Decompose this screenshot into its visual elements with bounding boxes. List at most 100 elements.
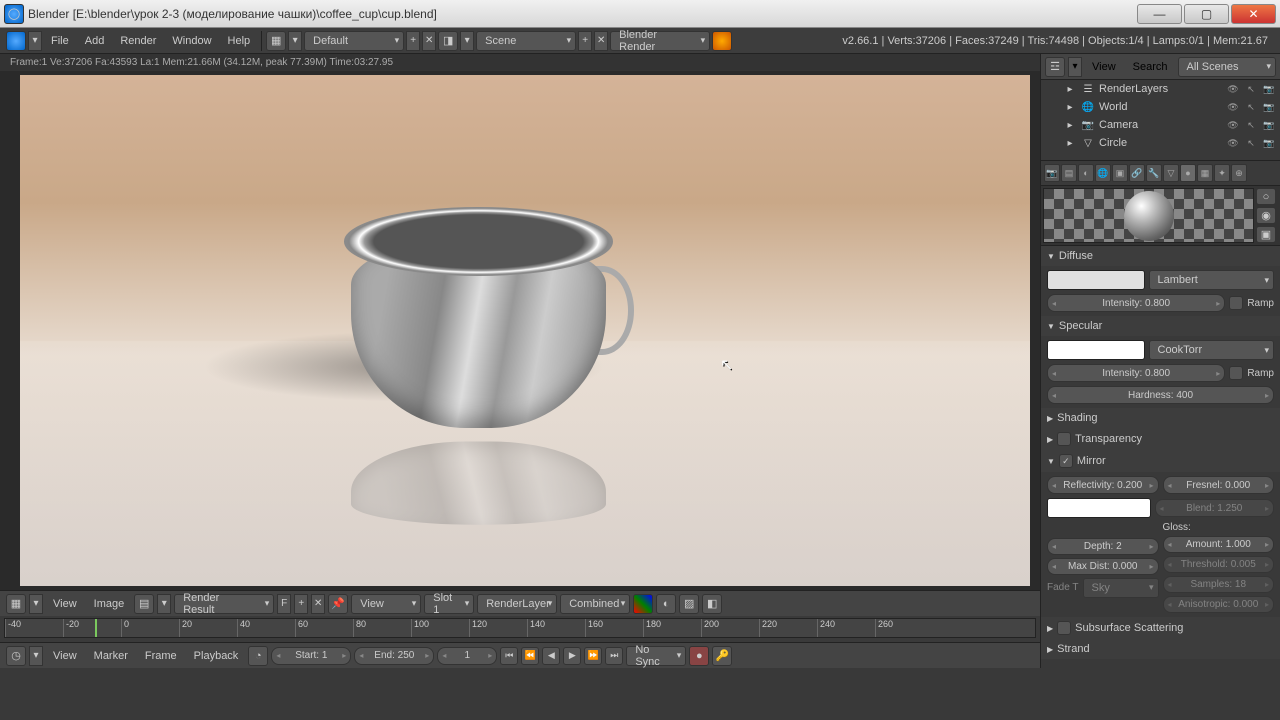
fresnel-slider[interactable]: Fresnel: 0.000 — [1163, 476, 1275, 494]
render-icon[interactable]: 📷 — [1262, 136, 1276, 150]
specular-shader-dropdown[interactable]: CookTorr — [1149, 340, 1275, 360]
panel-transparency-header[interactable]: Transparency — [1041, 428, 1280, 450]
keying-set-icon[interactable]: 🔑 — [712, 646, 732, 666]
mirror-color-swatch[interactable] — [1047, 498, 1151, 518]
outliner-expand-icon[interactable]: ▸ — [1063, 118, 1077, 132]
render-icon[interactable]: 📷 — [1262, 118, 1276, 132]
sync-dropdown[interactable]: No Sync — [626, 646, 686, 666]
tab-object[interactable]: ▣ — [1112, 164, 1128, 182]
gloss-aniso-slider[interactable]: Anisotropic: 0.000 — [1163, 596, 1275, 613]
next-keyframe-button[interactable]: ⏩ — [584, 647, 602, 665]
play-reverse-button[interactable]: ◀ — [542, 647, 560, 665]
menu-render[interactable]: Render — [113, 35, 163, 47]
menu-add[interactable]: Add — [78, 35, 112, 47]
reflectivity-slider[interactable]: Reflectivity: 0.200 — [1047, 476, 1159, 494]
gloss-threshold-slider[interactable]: Threshold: 0.005 — [1163, 556, 1275, 573]
screen-browse-expand[interactable]: ▾ — [288, 31, 302, 51]
specular-ramp-check[interactable] — [1229, 366, 1243, 380]
select-icon[interactable]: ↖ — [1244, 100, 1258, 114]
channel-rgba-icon[interactable]: ◐ — [656, 594, 676, 614]
channel-rgb-icon[interactable] — [633, 594, 653, 614]
outliner-expand-icon[interactable]: ▸ — [1063, 100, 1077, 114]
layout-dropdown[interactable]: Default — [304, 31, 404, 51]
menu-window[interactable]: Window — [165, 35, 218, 47]
timeline-menu-marker[interactable]: Marker — [87, 650, 135, 662]
outliner-editor-expand[interactable]: ▾ — [1068, 57, 1082, 77]
scene-browse-expand[interactable]: ▾ — [460, 31, 474, 51]
tab-world[interactable]: 🌐 — [1095, 164, 1111, 182]
outliner-menu-view[interactable]: View — [1085, 61, 1123, 73]
outliner-row[interactable]: ▸📷Camera👁↖📷 — [1041, 116, 1280, 134]
tab-material[interactable]: ● — [1180, 164, 1196, 182]
image-menu-image[interactable]: Image — [87, 598, 132, 610]
gloss-amount-slider[interactable]: Amount: 1.000 — [1163, 536, 1275, 553]
use-preview-range-icon[interactable]: ◔ — [248, 646, 268, 666]
fresnel-blend-slider[interactable]: Blend: 1.250 — [1155, 499, 1275, 517]
tab-modifiers[interactable]: 🔧 — [1146, 164, 1162, 182]
timeline-editor-expand[interactable]: ▾ — [29, 646, 43, 666]
panel-mirror-header[interactable]: Mirror — [1041, 450, 1280, 472]
channel-z-icon[interactable]: ◧ — [702, 594, 722, 614]
panel-specular-header[interactable]: Specular — [1041, 316, 1280, 336]
image-browse-icon[interactable]: ▤ — [134, 594, 154, 614]
image-add[interactable]: + — [294, 594, 308, 614]
editor-type-icon[interactable]: ▦ — [6, 594, 26, 614]
tab-render-layers[interactable]: ▤ — [1061, 164, 1077, 182]
engine-dropdown[interactable]: Blender Render — [610, 31, 710, 51]
outliner-row[interactable]: ▸▽Circle👁↖📷 — [1041, 134, 1280, 152]
outliner-editor-icon[interactable]: ☲ — [1045, 57, 1065, 77]
tab-particles[interactable]: ✦ — [1214, 164, 1230, 182]
select-icon[interactable]: ↖ — [1244, 136, 1258, 150]
editor-type-expand[interactable]: ▾ — [28, 31, 42, 51]
slot-dropdown[interactable]: Slot 1 — [424, 594, 474, 614]
layout-delete[interactable]: ✕ — [422, 31, 436, 51]
outliner-expand-icon[interactable]: ▸ — [1063, 82, 1077, 96]
end-frame-field[interactable]: End: 250 — [354, 647, 434, 665]
timeline-menu-playback[interactable]: Playback — [187, 650, 246, 662]
select-icon[interactable]: ↖ — [1244, 82, 1258, 96]
start-frame-field[interactable]: Start: 1 — [271, 647, 351, 665]
current-frame-field[interactable]: 1 — [437, 647, 497, 665]
image-unlink[interactable]: ✕ — [311, 594, 325, 614]
scene-delete[interactable]: ✕ — [594, 31, 608, 51]
mirror-depth-slider[interactable]: Depth: 2 — [1047, 538, 1159, 555]
outliner-filter[interactable]: All Scenes — [1178, 57, 1276, 77]
visibility-icon[interactable]: 👁 — [1226, 100, 1240, 114]
tab-constraints[interactable]: 🔗 — [1129, 164, 1145, 182]
prev-keyframe-button[interactable]: ⏪ — [521, 647, 539, 665]
outliner-tree[interactable]: ▸☰RenderLayers👁↖📷▸🌐World👁↖📷▸📷Camera👁↖📷▸▽… — [1041, 80, 1280, 160]
auto-keyframe-button[interactable]: ● — [689, 646, 709, 666]
preview-type-cube[interactable]: ▣ — [1256, 226, 1276, 243]
scene-add[interactable]: + — [578, 31, 592, 51]
select-icon[interactable]: ↖ — [1244, 118, 1258, 132]
maximize-button[interactable]: ▢ — [1184, 4, 1229, 24]
image-browse-expand[interactable]: ▾ — [157, 594, 171, 614]
jump-end-button[interactable]: ⏭ — [605, 647, 623, 665]
panel-shading-header[interactable]: Shading — [1041, 408, 1280, 428]
scene-browse-icon[interactable]: ◨ — [438, 31, 458, 51]
timeline-editor-icon[interactable]: ◷ — [6, 646, 26, 666]
preview-type-flat[interactable]: ○ — [1256, 188, 1276, 205]
jump-start-button[interactable]: ⏮ — [500, 647, 518, 665]
blender-icon[interactable] — [6, 31, 26, 51]
channel-alpha-icon[interactable]: ▨ — [679, 594, 699, 614]
scene-dropdown[interactable]: Scene — [476, 31, 576, 51]
pass-dropdown[interactable]: Combined — [560, 594, 630, 614]
tab-texture[interactable]: ▦ — [1197, 164, 1213, 182]
play-button[interactable]: ▶ — [563, 647, 581, 665]
diffuse-ramp-check[interactable] — [1229, 296, 1243, 310]
tab-render[interactable]: 📷 — [1044, 164, 1060, 182]
outliner-menu-search[interactable]: Search — [1126, 61, 1175, 73]
diffuse-intensity-slider[interactable]: Intensity: 0.800 — [1047, 294, 1225, 312]
gloss-samples-slider[interactable]: Samples: 18 — [1163, 576, 1275, 593]
tab-physics[interactable]: ⊕ — [1231, 164, 1247, 182]
outliner-row[interactable]: ▸🌐World👁↖📷 — [1041, 98, 1280, 116]
mirror-maxdist-slider[interactable]: Max Dist: 0.000 — [1047, 558, 1159, 575]
fadeto-dropdown[interactable]: Sky — [1083, 578, 1159, 598]
image-menu-view[interactable]: View — [46, 598, 84, 610]
panel-sss-header[interactable]: Subsurface Scattering — [1041, 617, 1280, 639]
visibility-icon[interactable]: 👁 — [1226, 136, 1240, 150]
hardness-slider[interactable]: Hardness: 400 — [1047, 386, 1274, 404]
fake-user-button[interactable]: F — [277, 594, 291, 614]
specular-color-swatch[interactable] — [1047, 340, 1145, 360]
